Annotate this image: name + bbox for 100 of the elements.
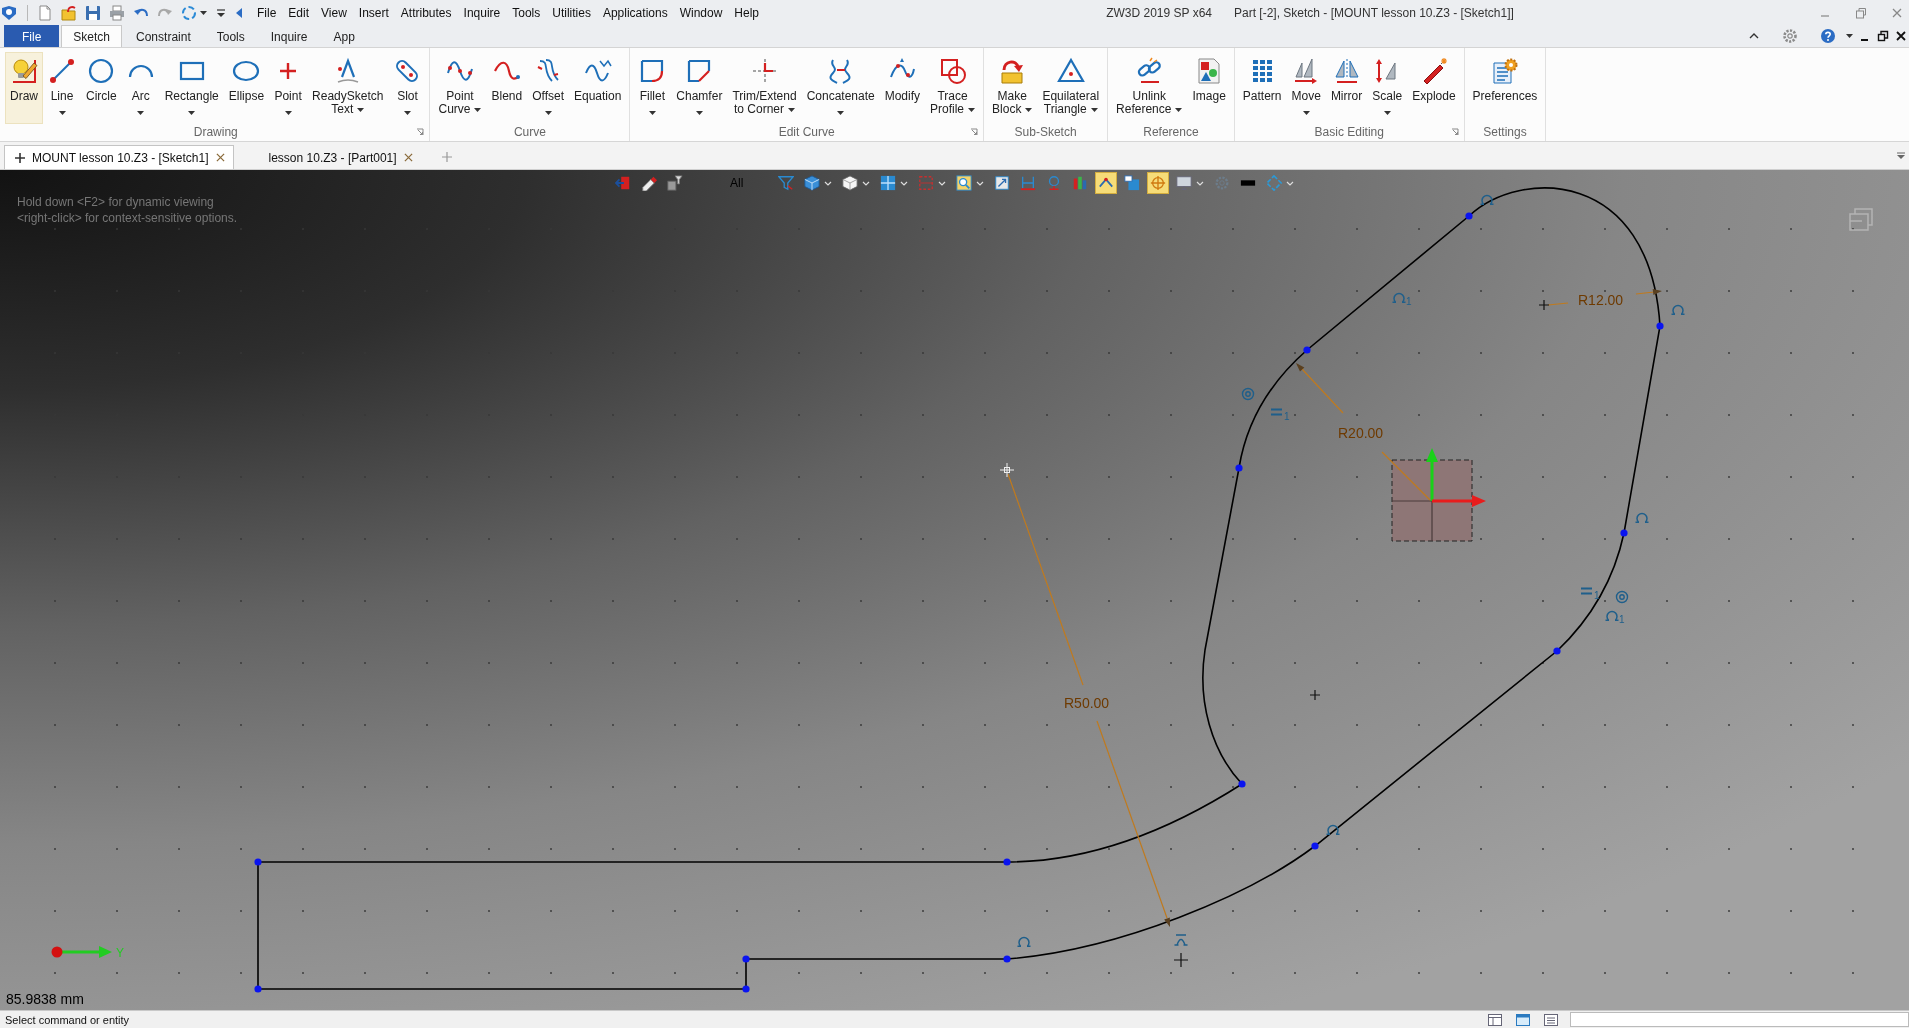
caret-down-icon[interactable] (137, 111, 145, 115)
panel-layout-icon[interactable] (1488, 1013, 1502, 1026)
line-caret-icon[interactable] (215, 6, 227, 19)
ribbon-button[interactable]: Line (43, 52, 81, 124)
ribbon-button[interactable]: Image (1187, 52, 1231, 124)
caret-down-icon[interactable] (188, 111, 196, 115)
document-tab[interactable]: MOUNT lesson 10.Z3 - [Sketch1] (4, 145, 234, 169)
ribbon-button[interactable]: Explode (1407, 52, 1461, 124)
help-icon[interactable] (1820, 28, 1836, 44)
ribbon-button[interactable]: Unlink Reference (1111, 52, 1188, 124)
caret-down-icon[interactable] (938, 180, 947, 186)
ribbon-button[interactable]: Draw (5, 52, 43, 124)
menu-item[interactable]: Tools (506, 1, 547, 24)
dialog-launcher-icon[interactable] (416, 128, 425, 136)
menu-item[interactable]: File (251, 1, 283, 24)
toolbar-button[interactable] (1095, 172, 1118, 194)
document-tab[interactable]: lesson 10.Z3 - [Part001] (257, 145, 422, 169)
ribbon-tab[interactable]: App (321, 25, 367, 47)
caret-down-icon[interactable] (58, 111, 66, 115)
sketch-point[interactable] (1303, 346, 1311, 354)
sketch-point[interactable] (1656, 322, 1664, 330)
sketch-point[interactable] (1238, 780, 1246, 788)
ribbon-button[interactable]: Ellipse (223, 52, 270, 124)
sketch-point[interactable] (1003, 858, 1011, 866)
toolbar-button[interactable] (664, 172, 686, 194)
ribbon-button[interactable]: Scale (1367, 52, 1408, 124)
bar-arch-icon[interactable] (1173, 934, 1189, 946)
ribbon-button[interactable]: Blend (486, 52, 528, 124)
sketch-point[interactable] (1235, 464, 1243, 472)
gear-icon[interactable] (1782, 28, 1798, 44)
printer-icon[interactable] (109, 4, 125, 21)
caret-down-icon[interactable] (284, 111, 292, 115)
ribbon-button[interactable]: Modify (879, 52, 926, 124)
close-icon[interactable] (1895, 30, 1907, 42)
document-tab-label[interactable]: lesson 10.Z3 - [Part001] (268, 150, 397, 165)
menu-item[interactable]: Utilities (546, 1, 597, 24)
ribbon-tab[interactable]: Sketch (61, 25, 123, 47)
menu-item[interactable]: Edit (282, 1, 316, 24)
sketch-point[interactable] (1003, 955, 1011, 963)
sketch-point[interactable] (742, 955, 750, 963)
caret-down-icon[interactable] (968, 107, 976, 112)
caret-down-icon[interactable] (788, 107, 795, 112)
menu-item[interactable]: Attributes (394, 1, 458, 24)
caret-down-icon[interactable] (357, 107, 365, 112)
command-input-field[interactable] (1570, 1012, 1909, 1027)
caret-down-icon[interactable] (824, 180, 833, 186)
dialog-launcher-icon[interactable] (1450, 128, 1459, 136)
ribbon-button[interactable]: ReadySketch Text (307, 52, 389, 124)
ribbon-button[interactable]: Rectangle (159, 52, 224, 124)
caret-down-icon[interactable] (403, 111, 411, 115)
ribbon-button[interactable]: Offset (527, 52, 569, 124)
document-tab-label[interactable]: MOUNT lesson 10.Z3 - [Sketch1] (32, 150, 209, 165)
ribbon-button[interactable]: Mirror (1325, 52, 1368, 124)
sketch-point[interactable] (1553, 647, 1561, 655)
ribbon-button[interactable]: Equation (569, 52, 627, 124)
caret-down-icon[interactable] (837, 111, 845, 115)
ribbon-button[interactable]: Point Curve (433, 52, 487, 124)
ribbon-button[interactable]: Arc (121, 52, 160, 124)
list-window-icon[interactable] (1544, 1013, 1558, 1026)
ribbon-button[interactable]: Slot (388, 52, 427, 124)
ribbon-button[interactable]: Concatenate (801, 52, 880, 124)
caret-down-icon[interactable] (648, 111, 656, 115)
caret-down-icon[interactable] (862, 180, 871, 186)
caret-down-icon[interactable] (1175, 107, 1183, 112)
ribbon-button[interactable]: Preferences (1467, 52, 1543, 124)
caret-down-icon[interactable] (900, 180, 909, 186)
caret-down-icon[interactable] (695, 111, 703, 115)
sketch-point[interactable] (1311, 842, 1319, 850)
ribbon-button[interactable]: Chamfer (671, 52, 728, 124)
sketch-origin-icon[interactable] (1391, 448, 1486, 542)
window-icon[interactable] (1516, 1013, 1530, 1026)
ribbon-tab[interactable]: Constraint (124, 25, 203, 47)
caret-down-icon[interactable] (200, 10, 207, 15)
line-caret-icon[interactable] (1896, 151, 1906, 161)
ribbon-button[interactable]: Make Block (987, 52, 1038, 124)
sketch-point[interactable] (742, 985, 750, 993)
ribbon-button[interactable]: Circle (81, 52, 122, 124)
ribbon-button[interactable]: Trim/Extend to Corner (727, 52, 802, 124)
menu-item[interactable]: Insert (352, 1, 395, 24)
ribbon-button[interactable]: Move (1286, 52, 1326, 124)
ribbon-tab[interactable]: File (4, 25, 60, 47)
sketch-canvas[interactable]: Hold down <F2> for dynamic viewing <right-click> for context-sensitive options. All 1 R12.00 1 R20.00 1 1 R50.00 Y 85.9838 mm (0, 170, 1909, 1010)
sketch-point[interactable] (1465, 212, 1473, 220)
caret-down-icon[interactable] (1846, 34, 1853, 38)
menu-item[interactable]: View (315, 1, 353, 24)
ribbon-button[interactable]: Fillet (633, 52, 672, 124)
caret-down-icon[interactable] (976, 180, 985, 186)
menu-item[interactable]: Inquire (457, 1, 507, 24)
ribbon-tab[interactable]: Inquire (258, 25, 320, 47)
restore-icon[interactable] (1877, 30, 1889, 42)
menu-item[interactable]: Window (673, 1, 729, 24)
omega-icon[interactable] (1479, 194, 1495, 205)
ribbon-button[interactable]: Trace Profile (925, 52, 981, 124)
menu-item[interactable]: Applications (596, 1, 674, 24)
sketch-point[interactable] (1620, 529, 1628, 537)
ribbon-button[interactable]: Point (269, 52, 308, 124)
sketch-point[interactable] (254, 985, 262, 993)
caret-down-icon[interactable] (1025, 107, 1033, 112)
caret-down-icon[interactable] (1302, 111, 1310, 115)
folder-icon[interactable] (61, 4, 77, 21)
